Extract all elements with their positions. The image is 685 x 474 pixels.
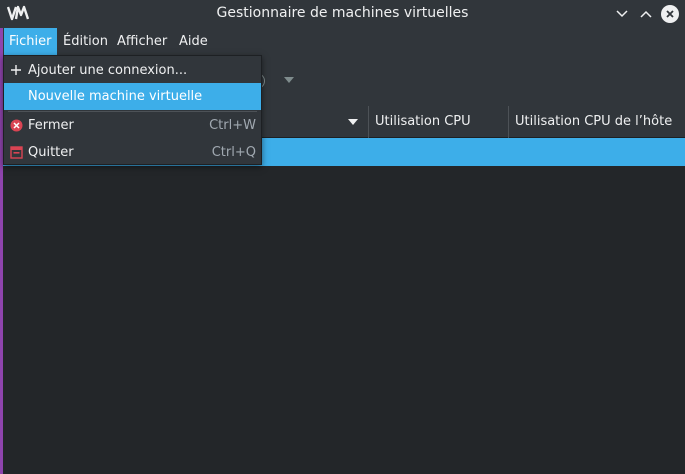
title-bar[interactable]: Gestionnaire de machines virtuelles bbox=[0, 0, 685, 28]
menu-afficher[interactable]: Afficher bbox=[112, 28, 172, 55]
close-icon bbox=[661, 5, 679, 23]
column-divider[interactable] bbox=[368, 106, 369, 138]
chevron-down-icon bbox=[616, 7, 628, 22]
quit-icon bbox=[9, 145, 23, 159]
column-divider[interactable] bbox=[508, 106, 509, 138]
minimize-button[interactable] bbox=[612, 4, 632, 24]
file-menu-dropdown: Ajouter une connexion... Nouvelle machin… bbox=[3, 55, 262, 165]
close-circle-icon bbox=[9, 118, 23, 132]
menu-item-label: Quitter bbox=[28, 145, 74, 160]
toolbar-dropdown-arrow-icon[interactable] bbox=[284, 77, 294, 83]
chevron-up-icon bbox=[640, 7, 652, 22]
menu-item-shortcut: Ctrl+Q bbox=[211, 145, 256, 160]
menu-item-label: Fermer bbox=[28, 118, 74, 133]
window-title: Gestionnaire de machines virtuelles bbox=[216, 5, 469, 21]
maximize-button[interactable] bbox=[636, 4, 656, 24]
vm-list[interactable] bbox=[3, 138, 685, 474]
menu-item-close[interactable]: Fermer Ctrl+W bbox=[4, 112, 261, 139]
menu-item-quit[interactable]: Quitter Ctrl+Q bbox=[4, 139, 261, 166]
menu-fichier[interactable]: Fichier bbox=[4, 28, 57, 55]
menu-edition[interactable]: Édition bbox=[58, 28, 113, 55]
column-header-host-cpu[interactable]: Utilisation CPU de l’hôte bbox=[515, 114, 672, 129]
plus-icon bbox=[9, 63, 23, 77]
column-header-cpu[interactable]: Utilisation CPU bbox=[375, 114, 471, 129]
close-window-button[interactable] bbox=[660, 4, 680, 24]
menu-item-shortcut: Ctrl+W bbox=[209, 118, 256, 133]
menu-item-label: Ajouter une connexion... bbox=[28, 63, 188, 78]
menu-item-label: Nouvelle machine virtuelle bbox=[28, 89, 203, 104]
menu-item-new-vm[interactable]: Nouvelle machine virtuelle bbox=[4, 83, 261, 110]
menu-item-add-connection[interactable]: Ajouter une connexion... bbox=[4, 57, 261, 84]
sort-dropdown-icon[interactable] bbox=[348, 119, 358, 125]
menu-aide[interactable]: Aide bbox=[174, 28, 213, 55]
menu-bar: Fichier Édition Afficher Aide bbox=[3, 28, 685, 55]
